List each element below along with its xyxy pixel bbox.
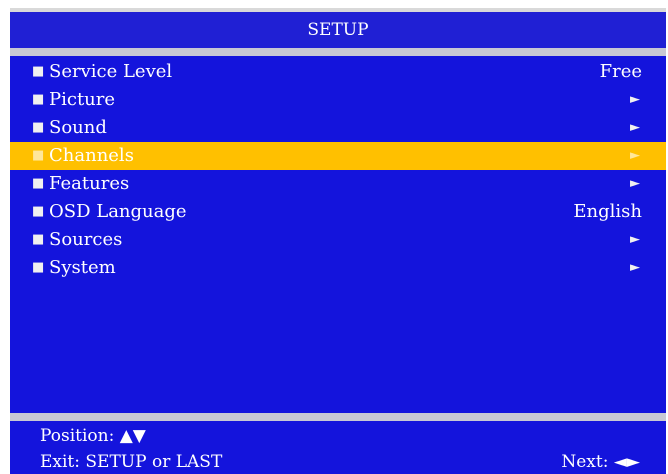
menu-item-label: Features	[49, 173, 130, 194]
bullet-icon: ■	[32, 176, 45, 191]
menu-item-label: Service Level	[49, 61, 173, 82]
menu-item-value: English	[573, 201, 642, 222]
menu-item-picture[interactable]: ■ Picture ►	[10, 86, 666, 114]
submenu-arrow-icon: ►	[630, 176, 640, 191]
bullet-icon: ■	[32, 148, 45, 163]
menu-panel: ■ Service Level Free ■ Picture ► ■ Sound…	[10, 56, 666, 413]
help-exit-text: Exit: SETUP or LAST	[40, 452, 223, 472]
menu-item-label: OSD Language	[49, 201, 187, 222]
menu-item-label: Sources	[49, 229, 123, 250]
menu-item-label: System	[49, 257, 116, 278]
bullet-icon: ■	[32, 232, 45, 247]
help-next-text: Next: ◄►	[561, 452, 640, 472]
menu-item-channels[interactable]: ■ Channels ►	[10, 142, 666, 170]
help-position-text: Position: ▲▼	[40, 426, 146, 446]
menu-item-label: Sound	[49, 117, 107, 138]
menu-item-value: Free	[599, 61, 642, 82]
menu-title: SETUP	[10, 12, 666, 48]
submenu-arrow-icon: ►	[630, 120, 640, 135]
menu-item-sound[interactable]: ■ Sound ►	[10, 114, 666, 142]
help-separator	[10, 413, 666, 421]
bullet-icon: ■	[32, 120, 45, 135]
submenu-arrow-icon: ►	[630, 232, 640, 247]
menu-item-service-level[interactable]: ■ Service Level Free	[10, 58, 666, 86]
bullet-icon: ■	[32, 92, 45, 107]
menu-item-sources[interactable]: ■ Sources ►	[10, 226, 666, 254]
bullet-icon: ■	[32, 204, 45, 219]
title-separator	[10, 48, 666, 56]
setup-osd-menu: SETUP ■ Service Level Free ■ Picture ► ■…	[10, 8, 666, 474]
menu-item-features[interactable]: ■ Features ►	[10, 170, 666, 198]
help-panel: Position: ▲▼ Exit: SETUP or LAST Next: ◄…	[10, 421, 666, 474]
submenu-arrow-icon: ►	[630, 148, 640, 163]
menu-item-osd-language[interactable]: ■ OSD Language English	[10, 198, 666, 226]
menu-item-label: Channels	[49, 145, 134, 166]
menu-item-label: Picture	[49, 89, 116, 110]
bullet-icon: ■	[32, 64, 45, 79]
submenu-arrow-icon: ►	[630, 260, 640, 275]
menu-item-system[interactable]: ■ System ►	[10, 254, 666, 282]
submenu-arrow-icon: ►	[630, 92, 640, 107]
bullet-icon: ■	[32, 260, 45, 275]
